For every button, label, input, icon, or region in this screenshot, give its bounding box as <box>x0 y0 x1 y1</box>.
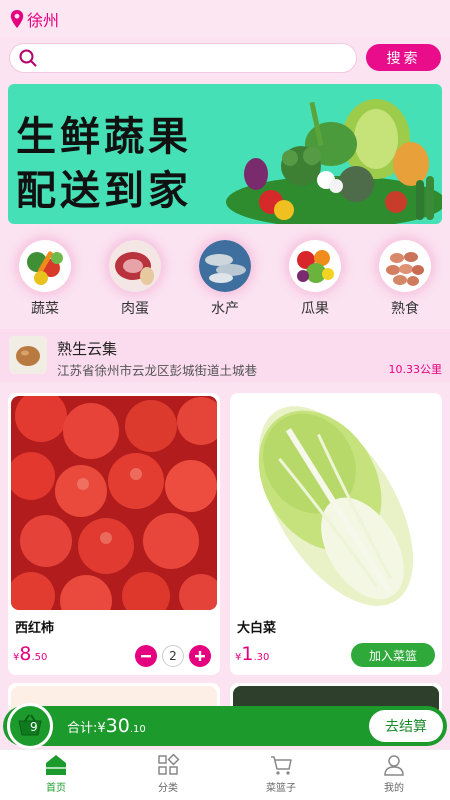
category-vegetables[interactable]: 蔬菜 <box>10 240 80 318</box>
decrement-button[interactable] <box>135 645 157 667</box>
city-selector[interactable]: 徐州 <box>27 7 59 31</box>
category-label: 熟食 <box>391 301 419 317</box>
banner-title-line1: 生鲜蔬果 <box>16 113 192 160</box>
cart-total: 合计:¥30.10 <box>67 715 146 737</box>
vegetables-icon <box>19 240 71 292</box>
store-thumbnail <box>9 336 47 374</box>
top-bar: 徐州 <box>0 0 450 38</box>
category-deli[interactable]: 熟食 <box>370 240 440 318</box>
category-label: 瓜果 <box>301 301 329 317</box>
fruit-icon <box>289 240 341 292</box>
user-icon <box>384 755 404 776</box>
search-button[interactable]: 搜索 <box>366 44 441 71</box>
add-to-basket-button[interactable]: 加入菜篮 <box>351 643 435 667</box>
product-card[interactable]: 大白菜 ¥1.30 加入菜篮 <box>230 393 442 675</box>
category-label: 水产 <box>211 301 239 317</box>
product-image-tomato <box>11 396 217 610</box>
increment-button[interactable] <box>189 645 211 667</box>
tab-label: 分类 <box>158 783 178 794</box>
category-fruit[interactable]: 瓜果 <box>280 240 350 318</box>
tab-label: 我的 <box>384 783 404 794</box>
category-label: 肉蛋 <box>121 301 149 317</box>
product-price: ¥8.50 <box>13 643 48 665</box>
store-distance: 10.33公里 <box>388 363 443 376</box>
search-input[interactable] <box>9 43 357 73</box>
product-card[interactable]: 西红柿 ¥8.50 2 <box>8 393 220 675</box>
product-name: 西红柿 <box>15 621 55 636</box>
store-name: 熟生云集 <box>57 340 118 358</box>
banner-title-line2: 配送到家 <box>16 167 192 214</box>
location-pin-icon <box>10 10 24 28</box>
product-image-napa-cabbage <box>233 396 439 610</box>
cart-icon <box>271 756 292 775</box>
tab-profile[interactable]: 我的 <box>359 754 429 794</box>
quantity-stepper: 2 <box>135 645 211 667</box>
store-address: 江苏省徐州市云龙区彭城街道土城巷 <box>57 363 258 378</box>
category-row: 蔬菜 肉蛋 水产 瓜果 熟食 <box>0 240 450 322</box>
category-seafood[interactable]: 水产 <box>190 240 260 318</box>
home-icon <box>46 755 66 775</box>
tab-label: 首页 <box>46 783 66 794</box>
deli-icon <box>379 240 431 292</box>
cart-bar: 9 合计:¥30.10 去结算 <box>3 703 447 749</box>
search-row: 搜索 <box>0 38 450 78</box>
search-icon <box>19 49 37 67</box>
tab-home[interactable]: 首页 <box>21 754 91 794</box>
vegetables-illustration <box>226 99 442 224</box>
quantity-value: 2 <box>162 645 184 667</box>
store-info[interactable]: 熟生云集 江苏省徐州市云龙区彭城街道土城巷 10.33公里 <box>0 329 450 382</box>
category-grid-icon <box>158 754 180 775</box>
promo-banner[interactable]: 生鲜蔬果 配送到家 <box>8 84 442 224</box>
tab-category[interactable]: 分类 <box>133 754 203 794</box>
plus-icon <box>195 651 205 661</box>
tab-basket[interactable]: 菜篮子 <box>246 754 316 794</box>
checkout-button[interactable]: 去结算 <box>369 710 443 742</box>
seafood-icon <box>199 240 251 292</box>
bottom-tab-bar: 首页 分类 菜篮子 我的 <box>0 749 450 800</box>
category-label: 蔬菜 <box>31 301 59 317</box>
category-meat-egg[interactable]: 肉蛋 <box>100 240 170 318</box>
product-price: ¥1.30 <box>235 643 270 665</box>
minus-icon <box>141 655 151 658</box>
product-name: 大白菜 <box>237 621 277 636</box>
cart-count-badge: 9 <box>30 720 38 734</box>
tab-label: 菜篮子 <box>266 783 296 794</box>
meat-egg-icon <box>109 240 161 292</box>
